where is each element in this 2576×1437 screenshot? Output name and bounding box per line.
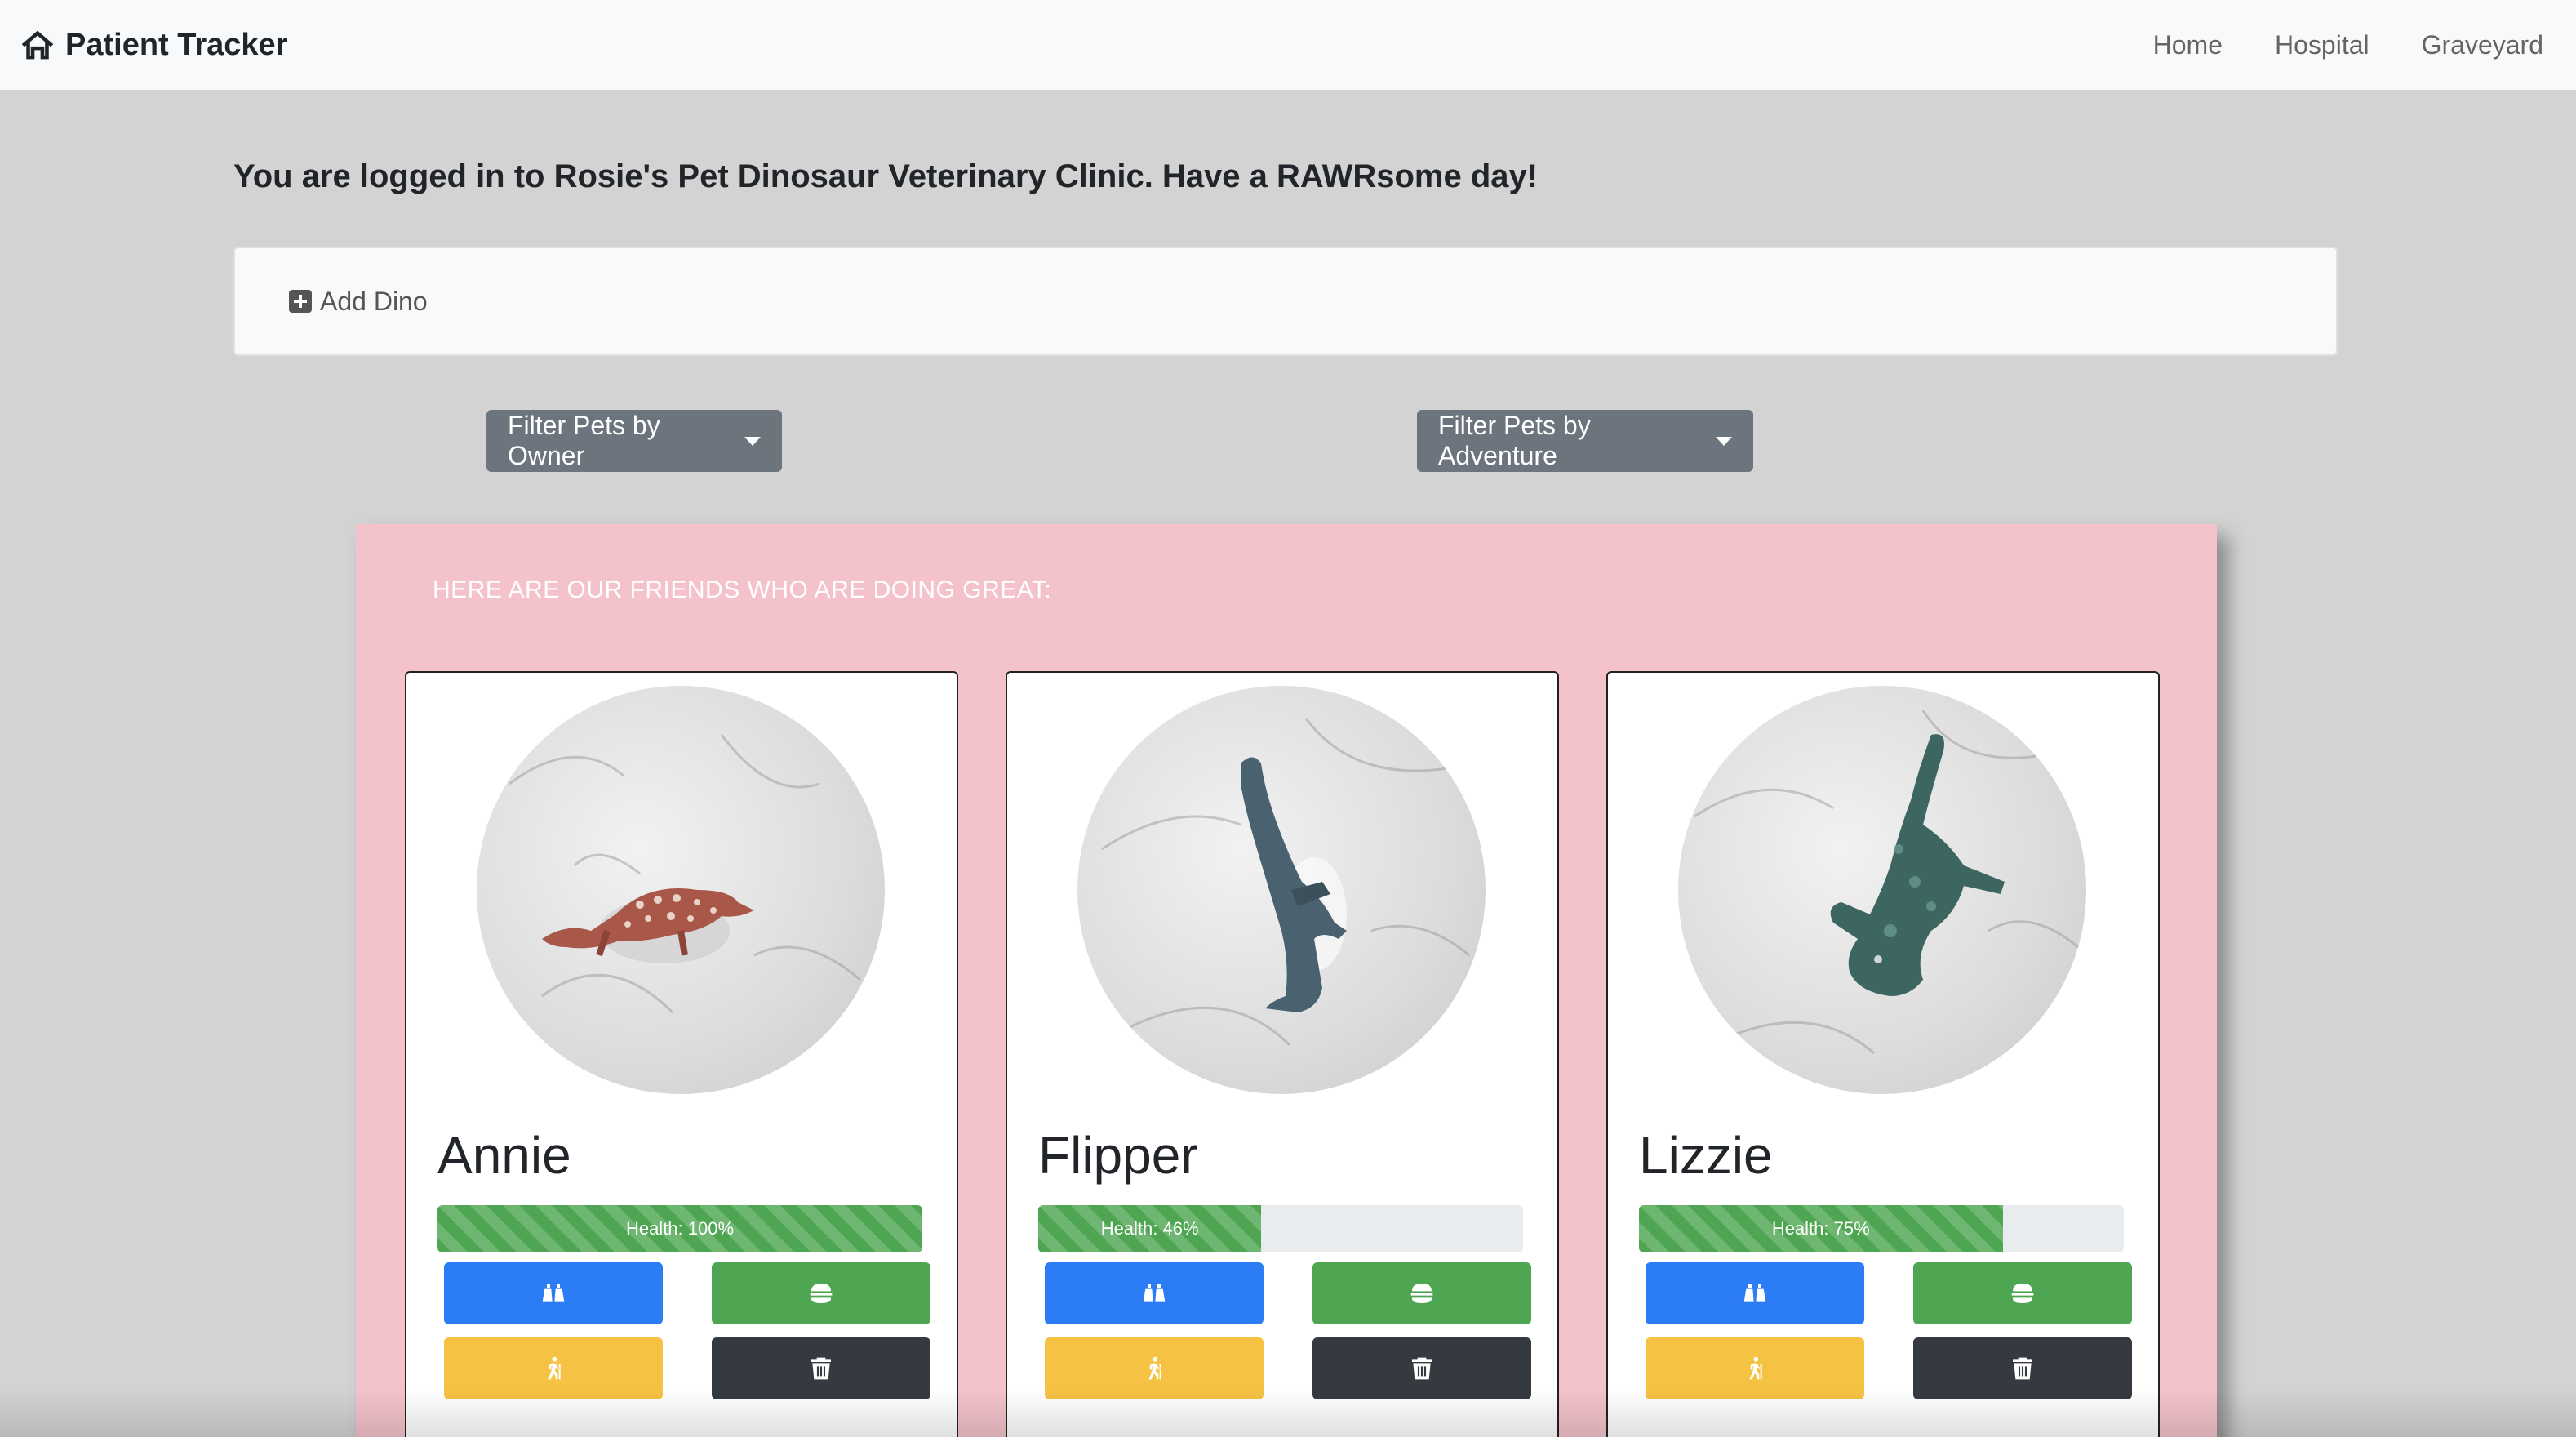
red-spotted-dinosaur-figure — [509, 734, 861, 1014]
delete-button[interactable] — [712, 1337, 930, 1399]
adventure-button[interactable] — [1646, 1337, 1864, 1399]
green-dinosaur-figure — [1694, 710, 2079, 1055]
binoculars-icon — [1743, 1284, 1766, 1302]
hiking-icon — [1749, 1356, 1762, 1380]
dino-card: Flipper Health: 46% — [1006, 671, 1559, 1437]
nav-link-graveyard[interactable]: Graveyard — [2422, 30, 2543, 60]
add-dino-card: Add Dino — [233, 247, 2338, 356]
panel-title: HERE ARE OUR FRIENDS WHO ARE DOING GREAT… — [433, 576, 1052, 603]
add-dino-label: Add Dino — [320, 286, 428, 316]
filter-owner-dropdown[interactable]: Filter Pets by Owner — [486, 410, 782, 472]
trash-icon — [2013, 1357, 2032, 1380]
filter-adventure-dropdown[interactable]: Filter Pets by Adventure — [1417, 410, 1753, 472]
nav-link-hospital[interactable]: Hospital — [2275, 30, 2369, 60]
healthy-dinos-panel: HERE ARE OUR FRIENDS WHO ARE DOING GREAT… — [356, 524, 2217, 1437]
plus-square-icon — [289, 290, 312, 313]
hamburger-icon — [1410, 1284, 1433, 1303]
hamburger-icon — [810, 1284, 833, 1303]
health-progress: Health: 46% — [1038, 1205, 1523, 1252]
health-bar: Health: 75% — [1639, 1205, 2003, 1252]
dino-name: Flipper — [1038, 1126, 1198, 1185]
adventure-button[interactable] — [1045, 1337, 1264, 1399]
trash-icon — [1412, 1357, 1432, 1380]
dino-card: Lizzie Health: 75% — [1606, 671, 2160, 1437]
house-icon — [20, 27, 56, 63]
caret-down-icon — [744, 436, 761, 446]
add-dino-button[interactable]: Add Dino — [289, 287, 428, 317]
filter-owner-label: Filter Pets by Owner — [508, 411, 660, 470]
brand[interactable]: Patient Tracker — [20, 27, 287, 63]
watch-button[interactable] — [444, 1262, 663, 1324]
hiking-icon — [1148, 1356, 1161, 1380]
health-bar: Health: 100% — [437, 1205, 922, 1252]
brand-text: Patient Tracker — [65, 27, 288, 62]
dino-photo — [1678, 686, 2086, 1094]
dino-name: Annie — [437, 1126, 571, 1185]
dino-card: Annie Health: 100% — [405, 671, 958, 1437]
binoculars-icon — [542, 1284, 565, 1302]
nav-links: Home Hospital Graveyard — [2153, 30, 2543, 60]
welcome-message: You are logged in to Rosie's Pet Dinosau… — [233, 158, 1539, 194]
health-progress: Health: 100% — [437, 1205, 922, 1252]
dino-name: Lizzie — [1639, 1126, 1773, 1185]
navbar: Patient Tracker Home Hospital Graveyard — [0, 0, 2576, 90]
trash-icon — [811, 1357, 831, 1380]
feed-button[interactable] — [1312, 1262, 1531, 1324]
nav-link-home[interactable]: Home — [2153, 30, 2223, 60]
hamburger-icon — [2011, 1284, 2034, 1303]
health-bar: Health: 46% — [1038, 1205, 1262, 1252]
caret-down-icon — [1716, 436, 1732, 446]
watch-button[interactable] — [1045, 1262, 1264, 1324]
feed-button[interactable] — [1913, 1262, 2132, 1324]
delete-button[interactable] — [1312, 1337, 1531, 1399]
feed-button[interactable] — [712, 1262, 930, 1324]
plesiosaur-figure — [1101, 718, 1470, 1047]
dino-photo — [477, 686, 885, 1094]
delete-button[interactable] — [1913, 1337, 2132, 1399]
dino-photo — [1077, 686, 1486, 1094]
watch-button[interactable] — [1646, 1262, 1864, 1324]
binoculars-icon — [1143, 1284, 1166, 1302]
filter-adventure-label: Filter Pets by Adventure — [1438, 411, 1591, 470]
hiking-icon — [548, 1356, 561, 1380]
adventure-button[interactable] — [444, 1337, 663, 1399]
health-progress: Health: 75% — [1639, 1205, 2124, 1252]
